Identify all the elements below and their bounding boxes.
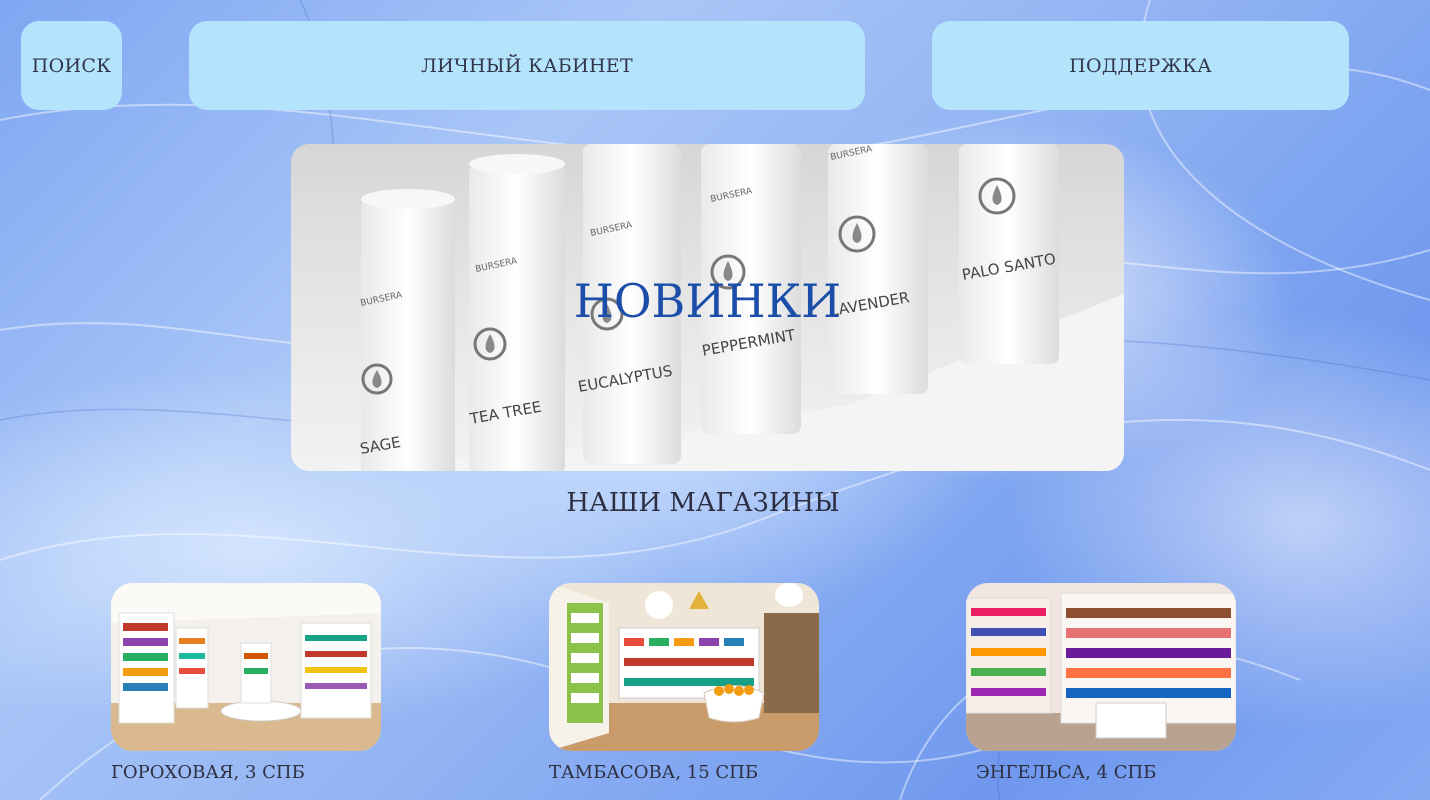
store-interior-image	[549, 583, 819, 751]
new-products-title: НОВИНКИ	[573, 274, 842, 328]
store-photo-tambasova[interactable]	[549, 583, 819, 751]
store-photo-gorokhovaya[interactable]	[111, 583, 381, 751]
store-interior-image	[111, 583, 381, 751]
new-products-banner[interactable]: BURSERA BURSERA BURSERA BURSERA BURSERA …	[291, 144, 1124, 471]
stores-section-title: НАШИ МАГАЗИНЫ	[566, 488, 840, 518]
account-button[interactable]: ЛИЧНЫЙ КАБИНЕТ	[189, 21, 865, 110]
support-button[interactable]: ПОДДЕРЖКА	[932, 21, 1349, 110]
account-button-label: ЛИЧНЫЙ КАБИНЕТ	[421, 54, 633, 77]
store-photo-engelsa[interactable]	[966, 583, 1236, 751]
store-interior-image	[966, 583, 1236, 751]
store-address-gorokhovaya[interactable]: ГОРОХОВАЯ, 3 СПБ	[111, 762, 305, 783]
support-button-label: ПОДДЕРЖКА	[1069, 54, 1212, 77]
search-button-label: ПОИСК	[31, 54, 112, 77]
store-address-engelsa[interactable]: ЭНГЕЛЬСА, 4 СПБ	[976, 762, 1156, 783]
search-button[interactable]: ПОИСК	[21, 21, 122, 110]
store-address-tambasova[interactable]: ТАМБАСОВА, 15 СПБ	[549, 762, 758, 783]
